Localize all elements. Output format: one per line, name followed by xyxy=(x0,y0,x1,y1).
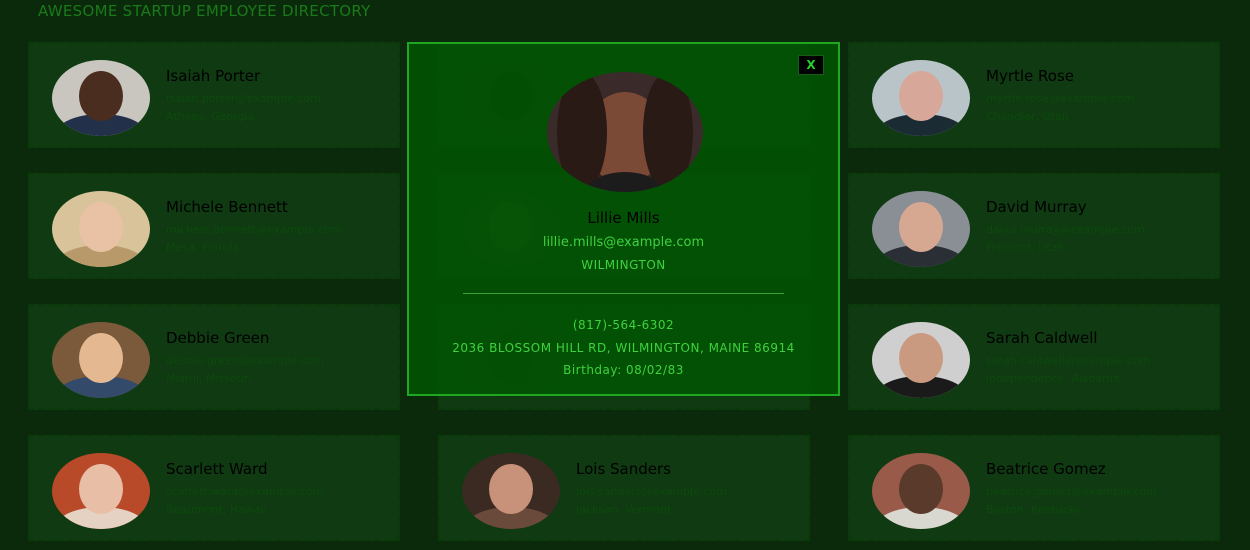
avatar xyxy=(872,322,970,398)
employee-name: Myrtle Rose xyxy=(986,67,1075,85)
avatar xyxy=(52,60,150,136)
employee-name: Scarlett Ward xyxy=(166,460,268,478)
employee-card[interactable]: Beatrice Gomez beatrice.gomez@example.co… xyxy=(848,435,1220,541)
avatar xyxy=(872,191,970,267)
employee-name: Lois Sanders xyxy=(576,460,671,478)
avatar xyxy=(872,453,970,529)
employee-location: Independence, Alabama xyxy=(986,372,1120,385)
employee-location: Beaumont, Hawaii xyxy=(166,503,267,516)
close-button[interactable]: X xyxy=(798,55,824,75)
divider xyxy=(463,293,784,294)
modal-phone: (817)-564-6302 xyxy=(572,318,675,332)
employee-email: david.murray@example.com xyxy=(986,223,1145,236)
employee-location: Boston, Kentucky xyxy=(986,503,1082,516)
employee-card[interactable]: David Murray david.murray@example.com Fr… xyxy=(848,173,1220,279)
employee-card[interactable]: Debbie Green debbie.green@example.com Mi… xyxy=(28,304,400,410)
employee-location: Chandler, Utah xyxy=(986,110,1069,123)
employee-email: sarah.caldwell@example.com xyxy=(986,354,1151,367)
employee-card[interactable]: Lois Sanders lois.sanders@example.com Ja… xyxy=(438,435,810,541)
employee-name: Debbie Green xyxy=(166,329,270,347)
avatar xyxy=(872,60,970,136)
employee-location: Mesa, Florida xyxy=(166,241,240,254)
modal-birthday: Birthday: 08/02/83 xyxy=(563,363,684,377)
employee-card[interactable]: Michele Bennett michele.bennett@example.… xyxy=(28,173,400,279)
page-title: AWESOME STARTUP EMPLOYEE DIRECTORY xyxy=(38,2,371,20)
avatar xyxy=(52,453,150,529)
avatar xyxy=(52,322,150,398)
employee-location: Athens, Georgia xyxy=(166,110,255,123)
employee-name: Michele Bennett xyxy=(166,198,288,216)
employee-card[interactable]: Sarah Caldwell sarah.caldwell@example.co… xyxy=(848,304,1220,410)
avatar xyxy=(462,453,560,529)
employee-email: myrtle.rose@example.com xyxy=(986,92,1135,105)
employee-card[interactable]: Myrtle Rose myrtle.rose@example.com Chan… xyxy=(848,42,1220,148)
employee-email: michele.bennett@example.com xyxy=(166,223,342,236)
employee-email: lois.sanders@example.com xyxy=(576,485,727,498)
employee-location: Miami, Missouri xyxy=(166,372,252,385)
employee-email: debbie.green@example.com xyxy=(166,354,325,367)
avatar xyxy=(52,191,150,267)
modal-email: lillie.mills@example.com xyxy=(542,235,705,250)
employee-name: Beatrice Gomez xyxy=(986,460,1106,478)
employee-name: Sarah Caldwell xyxy=(986,329,1098,347)
modal-address: 2036 BLOSSOM HILL RD, WILMINGTON, MAINE … xyxy=(452,341,795,355)
employee-card[interactable]: Scarlett Ward scarlett.ward@example.com … xyxy=(28,435,400,541)
employee-card[interactable]: Isaiah Porter isaiah.porter@example.com … xyxy=(28,42,400,148)
employee-location: Fremont, Utah xyxy=(986,241,1065,254)
modal-city: WILMINGTON xyxy=(581,258,666,272)
employee-modal: X Lillie Mills lillie.mills@example.com … xyxy=(407,42,840,396)
employee-email: scarlett.ward@example.com xyxy=(166,485,324,498)
modal-avatar xyxy=(547,72,703,192)
employee-email: beatrice.gomez@example.com xyxy=(986,485,1157,498)
employee-location: Jackson, Vermont xyxy=(576,503,672,516)
employee-name: Isaiah Porter xyxy=(166,67,261,85)
modal-name: Lillie Mills xyxy=(587,209,660,227)
employee-name: David Murray xyxy=(986,198,1087,216)
employee-email: isaiah.porter@example.com xyxy=(166,92,321,105)
